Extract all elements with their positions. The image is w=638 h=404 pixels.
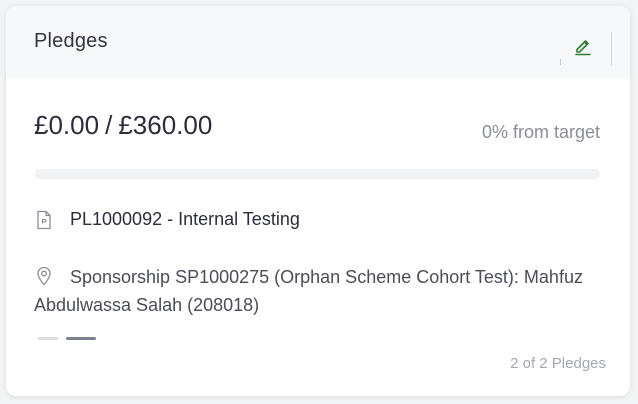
document-icon	[36, 210, 52, 235]
pledges-card: Pledges £0.00/£360.00 0% from target PL1…	[6, 6, 630, 396]
pledge-counter: 2 of 2 Pledges	[510, 355, 606, 372]
pencil-edit-icon	[575, 40, 591, 56]
amount-separator: /	[105, 110, 113, 140]
target-amount: £360.00	[118, 110, 213, 140]
raised-amount: £0.00	[34, 110, 100, 140]
sponsorship-text: Sponsorship SP1000275 (Orphan Scheme Coh…	[34, 267, 583, 315]
progress-label: 0% from target	[481, 122, 600, 142]
sponsorship-info: Sponsorship SP1000275 (Orphan Scheme Coh…	[34, 263, 604, 319]
header-divider	[611, 32, 612, 66]
pager-dot-1[interactable]	[38, 337, 58, 340]
location-pin-icon	[36, 266, 52, 294]
progress-bar	[35, 169, 600, 179]
pledge-reference-text: PL1000092 - Internal Testing	[70, 209, 300, 229]
header-divider-tick	[560, 59, 561, 65]
card-title: Pledges	[34, 30, 108, 52]
edit-pledges-button[interactable]	[572, 34, 594, 56]
pager-dot-2[interactable]	[66, 337, 96, 340]
pledge-amount: £0.00/£360.00	[34, 110, 212, 141]
card-header: Pledges	[6, 6, 630, 78]
